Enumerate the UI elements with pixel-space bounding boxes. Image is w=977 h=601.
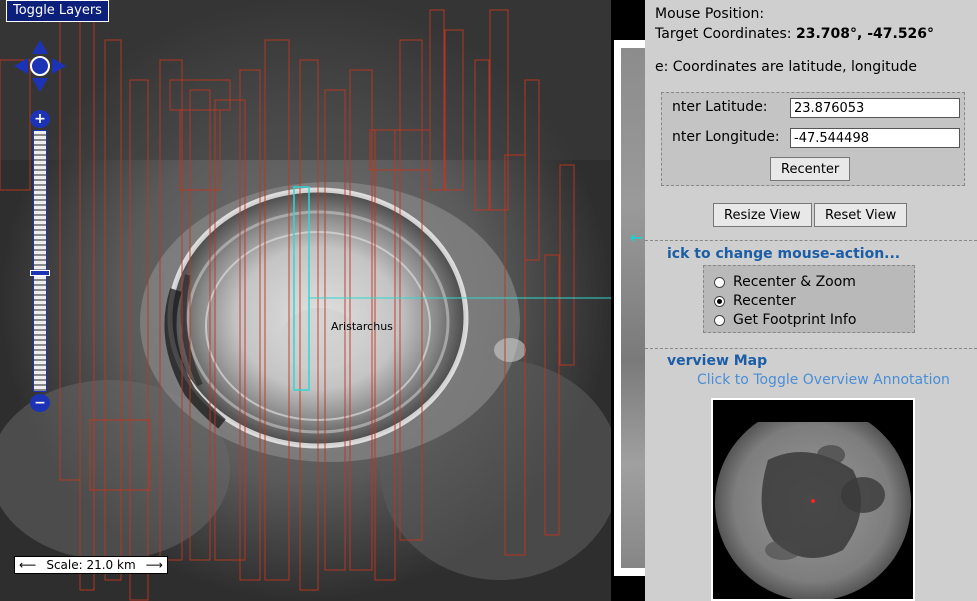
divider bbox=[645, 240, 977, 241]
scale-right-arrow-icon: ⟶ bbox=[145, 558, 163, 572]
resize-view-button[interactable]: Resize View bbox=[713, 203, 812, 227]
pan-down-icon[interactable] bbox=[32, 78, 48, 92]
overview-map[interactable] bbox=[711, 398, 915, 601]
center-longitude-input[interactable] bbox=[790, 128, 960, 148]
target-coordinates-label: Target Coordinates: bbox=[655, 26, 792, 42]
pan-right-icon[interactable] bbox=[52, 58, 66, 74]
mouse-action-label: Recenter & Zoom bbox=[733, 274, 856, 290]
pan-control bbox=[14, 40, 66, 92]
zoom-slider-track[interactable] bbox=[33, 130, 47, 392]
toggle-overview-annotation-link[interactable]: Click to Toggle Overview Annotation bbox=[697, 372, 950, 388]
pan-up-icon[interactable] bbox=[32, 40, 48, 54]
control-panel: Mouse Position: Target Coordinates: 23.7… bbox=[645, 0, 977, 601]
mouse-action-options: Recenter & Zoom Recenter Get Footprint I… bbox=[703, 265, 915, 333]
center-latitude-label: nter Latitude: bbox=[672, 99, 768, 115]
radio-button[interactable] bbox=[714, 314, 725, 326]
radio-button[interactable] bbox=[714, 276, 725, 288]
center-latitude-input[interactable] bbox=[790, 98, 960, 118]
zoom-in-button[interactable]: + bbox=[30, 110, 50, 128]
recenter-button[interactable]: Recenter bbox=[770, 157, 851, 181]
scale-left-arrow-icon: ⟵ bbox=[19, 558, 37, 572]
overview-location-marker bbox=[811, 499, 815, 503]
coordinate-note: e: Coordinates are latitude, longitude bbox=[655, 59, 917, 75]
mouse-action-title[interactable]: ick to change mouse-action... bbox=[667, 246, 900, 262]
mouse-action-label: Recenter bbox=[733, 293, 796, 309]
moon-globe-image bbox=[713, 400, 913, 599]
zoom-bar: + − bbox=[30, 110, 50, 412]
scale-label: Scale: 21.0 km bbox=[46, 558, 136, 572]
toggle-layers-button[interactable]: Toggle Layers bbox=[6, 0, 109, 22]
mouse-action-label: Get Footprint Info bbox=[733, 312, 857, 328]
recenter-form: nter Latitude: nter Longitude: Recenter bbox=[661, 92, 965, 186]
zoom-out-button[interactable]: − bbox=[30, 394, 50, 412]
pan-left-icon[interactable] bbox=[14, 58, 28, 74]
overview-map-title: verview Map bbox=[667, 353, 768, 369]
target-coordinates-value: 23.708°, -47.526° bbox=[795, 26, 935, 42]
globe-icon[interactable] bbox=[30, 56, 50, 76]
lunar-terrain-image bbox=[0, 0, 611, 601]
footprint-pointer-arrow-icon: ← bbox=[630, 228, 644, 247]
divider bbox=[645, 348, 977, 349]
mouse-position-label: Mouse Position: bbox=[655, 6, 765, 22]
radio-button-selected[interactable] bbox=[714, 295, 725, 307]
target-coordinates: Target Coordinates: 23.708°, -47.526° bbox=[655, 26, 934, 42]
map-viewport[interactable]: Toggle Layers + − Aristarchus ⟵ Scale: 2… bbox=[0, 0, 611, 601]
feature-label: Aristarchus bbox=[331, 320, 393, 333]
reset-view-button[interactable]: Reset View bbox=[814, 203, 908, 227]
mouse-action-option[interactable]: Get Footprint Info bbox=[714, 312, 856, 328]
mouse-action-option[interactable]: Recenter bbox=[714, 293, 796, 309]
mouse-action-option[interactable]: Recenter & Zoom bbox=[714, 274, 856, 290]
zoom-slider-handle[interactable] bbox=[30, 270, 50, 276]
center-longitude-label: nter Longitude: bbox=[672, 129, 780, 145]
scale-bar: ⟵ Scale: 21.0 km ⟶ bbox=[14, 556, 168, 574]
